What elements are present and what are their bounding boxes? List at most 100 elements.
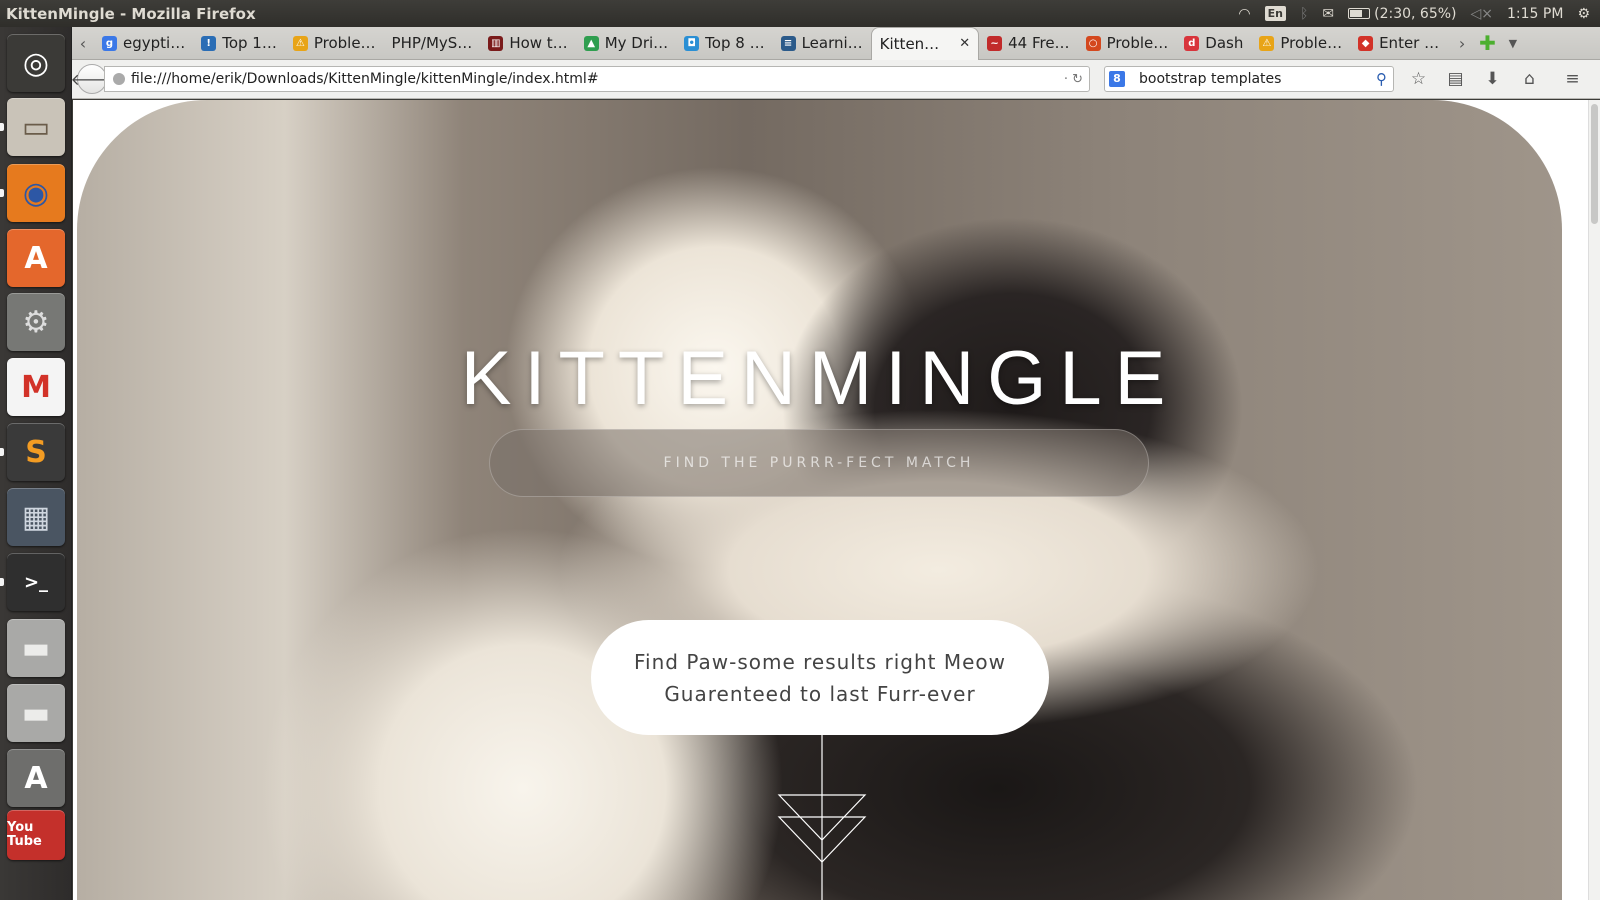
volume-muted-icon[interactable]: ◁×: [1471, 6, 1494, 22]
tab-favicon-icon: ⚠: [292, 35, 308, 51]
tab[interactable]: ◘ Top 8 …: [676, 27, 772, 60]
page-viewport: KITTENMINGLE FIND THE PURRR-FECT MATCH F…: [73, 100, 1600, 900]
disk-drive-glyph: ▬: [21, 630, 51, 666]
tab[interactable]: ≡ Learni…: [773, 27, 871, 60]
tab-label: PHP/MyS…: [391, 34, 473, 52]
system-settings-icon[interactable]: ⚙: [7, 293, 65, 351]
cta-line-1: Find Paw-some results right Meow: [634, 649, 1006, 674]
ubuntu-dash-icon[interactable]: ◎: [7, 34, 65, 92]
tab[interactable]: PHP/MyS…: [384, 27, 481, 60]
tab[interactable]: ⚠ Proble…: [1251, 27, 1350, 60]
tab[interactable]: ! Top 1…: [193, 27, 285, 60]
sublime-text-icon[interactable]: S: [7, 423, 65, 481]
menu-hamburger-icon[interactable]: ≡: [1554, 69, 1591, 89]
youtube-glyph: You Tube: [7, 820, 42, 849]
tab-label: Enter …: [1379, 34, 1440, 52]
wifi-icon[interactable]: ◠: [1238, 6, 1250, 22]
tab-label: 44 Fre…: [1008, 34, 1070, 52]
new-tab-plus-icon[interactable]: ✚: [1473, 31, 1502, 55]
tab-label: Dash: [1205, 34, 1244, 52]
scrollbar-thumb[interactable]: [1591, 104, 1598, 224]
running-app-indicator: [0, 189, 4, 197]
back-button[interactable]: 🡐: [71, 64, 113, 94]
tab-label: Proble…: [1280, 34, 1343, 52]
url-bar[interactable]: file:///home/erik/Downloads/KittenMingle…: [104, 66, 1090, 92]
ubuntu-dash-glyph: ◎: [22, 45, 50, 81]
tab[interactable]: ~44 Fre…: [979, 27, 1077, 60]
software-center-icon[interactable]: A: [7, 229, 65, 287]
cta-line-2: Guarenteed to last Furr-ever: [664, 681, 976, 706]
site-identity-icon[interactable]: [113, 73, 125, 85]
tagline-pill: FIND THE PURRR-FECT MATCH: [489, 429, 1149, 497]
tab-close-icon[interactable]: ✕: [959, 36, 970, 51]
tab-scroll-right-icon[interactable]: ›: [1451, 34, 1473, 53]
tab-favicon-icon: !: [201, 35, 217, 51]
battery-indicator[interactable]: (2:30, 65%): [1348, 5, 1457, 22]
terminal-glyph: >_: [23, 571, 49, 593]
firefox-glyph: ◉: [22, 175, 50, 211]
tab-label: Top 1…: [222, 34, 277, 52]
tab-label: How t…: [509, 34, 568, 52]
software-updater-glyph: A: [24, 760, 48, 796]
downloads-icon[interactable]: ⬇: [1474, 69, 1511, 89]
youtube-icon[interactable]: You Tube: [7, 810, 65, 860]
tab-favicon-icon: ~: [987, 35, 1003, 51]
tab[interactable]: ▥ How t…: [480, 27, 575, 60]
tab-active[interactable]: Kitten… ✕: [870, 26, 980, 60]
tab-favicon-icon: ▲: [583, 35, 599, 51]
home-icon[interactable]: ⌂: [1511, 69, 1548, 89]
bookmark-star-icon[interactable]: ☆: [1400, 69, 1437, 89]
system-settings-glyph: ⚙: [22, 304, 50, 340]
tab-label: egypti…: [123, 34, 186, 52]
tab[interactable]: d Dash: [1176, 27, 1251, 60]
page-scrollbar[interactable]: [1588, 100, 1600, 900]
software-updater-icon[interactable]: A: [7, 749, 65, 807]
navigation-toolbar: 🡐 file:///home/erik/Downloads/KittenMing…: [71, 60, 1600, 99]
tab[interactable]: ○ Proble…: [1078, 27, 1177, 60]
tab-favicon-icon: d: [1184, 35, 1200, 51]
tab-label: Proble…: [313, 34, 376, 52]
reload-icon[interactable]: · ↻: [1064, 72, 1089, 87]
bluetooth-icon[interactable]: ᛒ: [1300, 6, 1308, 22]
url-text: file:///home/erik/Downloads/KittenMingle…: [131, 71, 599, 87]
search-bar[interactable]: 8 bootstrap templates ⚲: [1104, 66, 1394, 92]
tagline: FIND THE PURRR-FECT MATCH: [663, 455, 975, 471]
battery-text: (2:30, 65%): [1374, 5, 1457, 22]
mail-icon[interactable]: ✉: [1322, 6, 1334, 22]
tab[interactable]: ⚠ Proble…: [285, 27, 384, 60]
workspace-switcher-icon[interactable]: ▦: [7, 488, 65, 546]
bookmarks-menu-icon[interactable]: ▤: [1437, 69, 1474, 89]
terminal-icon[interactable]: >_: [7, 553, 65, 611]
session-gear-icon[interactable]: ⚙: [1577, 6, 1590, 22]
tab[interactable]: ◆ Enter …: [1350, 27, 1447, 60]
search-icon[interactable]: ⚲: [1376, 70, 1393, 88]
files-glyph: ▭: [21, 109, 51, 145]
tab-label: Top 8 …: [705, 34, 765, 52]
tab-list-chevron-down-icon[interactable]: ▼: [1502, 37, 1524, 50]
firefox-icon[interactable]: ◉: [7, 164, 65, 222]
gmail-icon[interactable]: M: [7, 358, 65, 416]
search-engine-icon[interactable]: 8: [1109, 71, 1125, 87]
system-top-panel: KittenMingle - Mozilla Firefox ◠ En ᛒ ✉ …: [0, 0, 1600, 27]
indicator-area: ◠ En ᛒ ✉ (2:30, 65%) ◁× 1:15 PM ⚙: [1238, 6, 1600, 22]
tab-favicon-icon: ○: [1085, 35, 1101, 51]
scroll-down-arrow-icon[interactable]: [777, 735, 867, 900]
unity-launcher: ◎ ▭ ◉ A ⚙ M S ▦ >_ ▬ ▬ A You Tube: [0, 27, 72, 900]
tab[interactable]: g egypti…: [94, 27, 193, 60]
disk-drive-2-icon[interactable]: ▬: [7, 684, 65, 742]
keyboard-layout-indicator[interactable]: En: [1264, 6, 1286, 21]
tab[interactable]: ▲ My Dri…: [576, 27, 676, 60]
files-icon[interactable]: ▭: [7, 98, 65, 156]
search-input[interactable]: bootstrap templates: [1139, 71, 1281, 87]
software-center-glyph: A: [24, 240, 48, 276]
tab-scroll-left-icon[interactable]: ‹: [72, 34, 94, 53]
sublime-text-glyph: S: [25, 434, 47, 470]
disk-drive-icon[interactable]: ▬: [7, 619, 65, 677]
tab-label: Learni…: [801, 34, 863, 52]
hero-cats-photo: KITTENMINGLE FIND THE PURRR-FECT MATCH F…: [77, 100, 1562, 900]
running-app-indicator: [0, 123, 4, 131]
battery-icon: [1348, 8, 1371, 19]
tab-favicon-icon: ◘: [684, 35, 700, 51]
clock[interactable]: 1:15 PM: [1507, 6, 1563, 22]
running-app-indicator: [0, 448, 4, 456]
